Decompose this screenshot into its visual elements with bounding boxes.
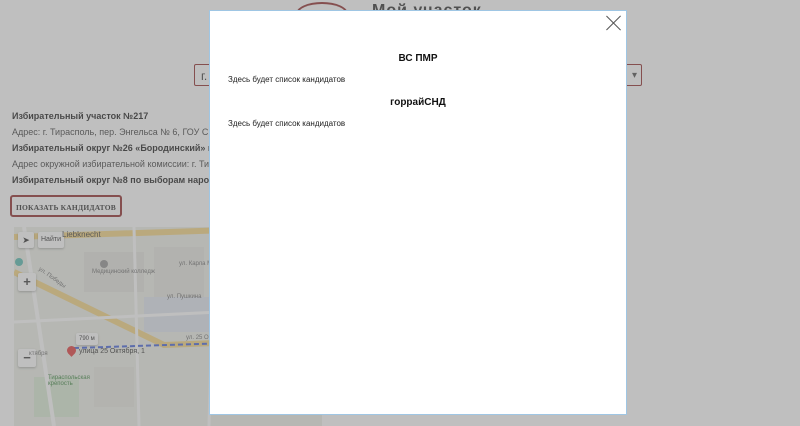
section-text-gorrai-snd: Здесь будет список кандидатов (228, 119, 346, 128)
section-title-gorrai-snd: горрайСНД (390, 97, 446, 108)
close-icon[interactable] (606, 15, 622, 31)
section-title-vs-pmr: ВС ПМР (398, 53, 438, 64)
candidates-modal: ВС ПМР Здесь будет список кандидатов гор… (209, 10, 627, 415)
section-text-vs-pmr: Здесь будет список кандидатов (228, 75, 346, 84)
